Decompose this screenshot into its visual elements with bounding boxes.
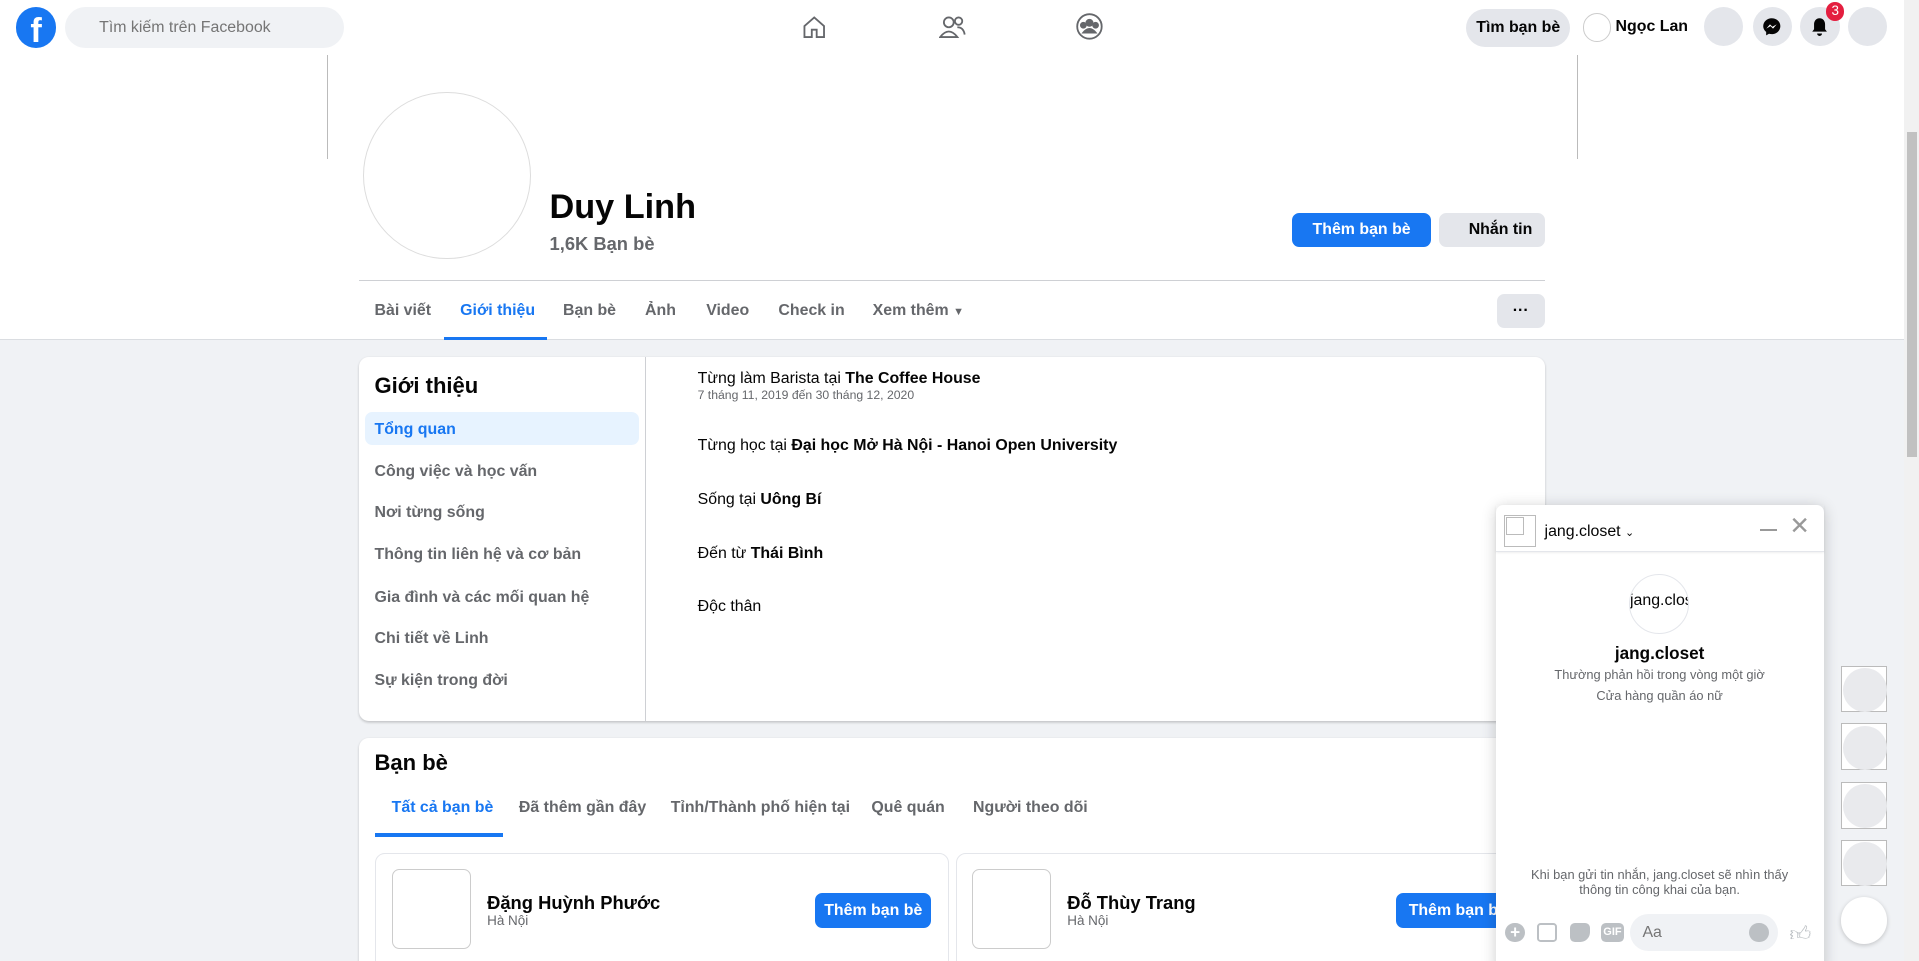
intro-work-dates: 7 tháng 11, 2019 đến 30 tháng 12, 2020 bbox=[697, 387, 915, 402]
search-input[interactable] bbox=[64, 7, 344, 48]
friend-name[interactable]: Đỗ Thùy Trang bbox=[1067, 892, 1195, 914]
intro-from: Đến từ Thái Bình bbox=[698, 545, 824, 563]
chat-header-avatar[interactable] bbox=[1504, 515, 1536, 548]
chat-response-time: Thường phản hồi trong vòng một giờ bbox=[1554, 667, 1765, 683]
chevron-down-icon: ⌄ bbox=[1625, 526, 1635, 539]
friends-tab-recent[interactable]: Đã thêm gần đây bbox=[519, 799, 646, 817]
caret-down-icon: ▼ bbox=[953, 306, 964, 319]
message-button[interactable]: Nhắn tin bbox=[1439, 212, 1545, 248]
friends-tab-hometown[interactable]: Quê quán bbox=[871, 799, 944, 817]
sticker-icon[interactable] bbox=[1570, 922, 1590, 943]
top-bar: f Tìm bạn bè Ngọc Lan 3 bbox=[0, 0, 1905, 56]
chat-name: jang.closet bbox=[1544, 522, 1621, 540]
intro-lives: Sống tại Uông Bí bbox=[698, 491, 822, 509]
friend-name[interactable]: Đặng Huỳnh Phước bbox=[487, 892, 660, 914]
intro-menu-events[interactable]: Sự kiện trong đời bbox=[375, 672, 508, 690]
home-icon[interactable] bbox=[802, 15, 826, 45]
facebook-logo-icon[interactable]: f bbox=[15, 7, 57, 48]
friend-photo[interactable] bbox=[391, 868, 472, 949]
messenger-icon bbox=[1763, 18, 1781, 36]
from-place[interactable]: Thái Bình bbox=[751, 545, 823, 562]
chat-bubble-contact[interactable] bbox=[1840, 782, 1888, 829]
chat-bubble-contact[interactable] bbox=[1840, 665, 1888, 713]
intro-divider bbox=[644, 357, 647, 721]
chat-header-name[interactable]: jang.closet ⌄ bbox=[1545, 523, 1635, 541]
chat-category: Cửa hàng quần áo nữ bbox=[1596, 687, 1723, 703]
friend-photo[interactable] bbox=[971, 868, 1052, 949]
intro-menu-places[interactable]: Nơi từng sống bbox=[375, 504, 485, 522]
tab-friends[interactable]: Bạn bè bbox=[563, 302, 616, 320]
intro-work: Từng làm Barista tại The Coffee House bbox=[698, 370, 981, 388]
friend-location: Hà Nội bbox=[1067, 913, 1109, 929]
tab-photos[interactable]: Ảnh bbox=[645, 302, 676, 320]
intro-title: Giới thiệu bbox=[374, 373, 479, 399]
emoji-icon[interactable] bbox=[1748, 922, 1769, 943]
profile-name: Duy Linh bbox=[549, 188, 697, 227]
work-prefix: Từng làm Barista tại bbox=[697, 369, 846, 387]
scrollbar[interactable] bbox=[1904, 0, 1919, 961]
intro-study: Từng học tại Đại học Mở Hà Nội - Hanoi O… bbox=[698, 437, 1118, 455]
study-place[interactable]: Đại học Mở Hà Nội - Hanoi Open Universit… bbox=[791, 437, 1117, 454]
user-name-link[interactable]: Ngọc Lan bbox=[1616, 18, 1688, 36]
tab-about-underline bbox=[444, 336, 548, 341]
intro-menu-family[interactable]: Gia đình và các mối quan hệ bbox=[375, 589, 590, 607]
minimize-icon[interactable] bbox=[1759, 528, 1778, 531]
intro-menu-overview[interactable]: Tổng quan bbox=[375, 421, 456, 439]
friend-add-button[interactable]: Thêm bạn bè bbox=[815, 893, 932, 928]
groups-icon[interactable] bbox=[1076, 13, 1103, 46]
work-place[interactable]: The Coffee House bbox=[845, 370, 980, 387]
user-avatar[interactable] bbox=[1582, 13, 1611, 42]
tab-posts[interactable]: Bài viết bbox=[375, 302, 432, 320]
tab-more-label: Xem thêm bbox=[872, 302, 949, 320]
study-prefix: Từng học tại bbox=[697, 436, 792, 454]
profile-avatar[interactable] bbox=[363, 91, 532, 260]
friends-tab-city[interactable]: Tỉnh/Thành phố hiện tại bbox=[671, 799, 850, 817]
menu-button[interactable] bbox=[1703, 7, 1743, 47]
chat-bubble-contact[interactable] bbox=[1840, 723, 1888, 770]
plus-icon[interactable]: + bbox=[1505, 922, 1525, 943]
intro-menu-details[interactable]: Chi tiết về Linh bbox=[375, 630, 489, 648]
tab-checkin[interactable]: Check in bbox=[778, 302, 844, 320]
chat-window: jang.closet ⌄ ✕ jang.clos jang.closet Th… bbox=[1495, 505, 1824, 961]
friends-tab-all[interactable]: Tất cả bạn bè bbox=[392, 799, 494, 817]
chat-privacy-notice: Khi bạn gửi tin nhắn, jang.closet sẽ nhì… bbox=[1531, 866, 1789, 898]
account-button[interactable] bbox=[1848, 7, 1888, 47]
scrollbar-thumb[interactable] bbox=[1906, 132, 1917, 457]
tab-more[interactable]: Xem thêm ▼ bbox=[873, 302, 964, 320]
close-icon[interactable]: ✕ bbox=[1789, 515, 1810, 539]
new-message-button[interactable] bbox=[1840, 897, 1888, 944]
friends-icon[interactable] bbox=[938, 15, 966, 45]
find-friends-button[interactable]: Tìm bạn bè bbox=[1466, 8, 1571, 47]
tab-about[interactable]: Giới thiệu bbox=[460, 302, 535, 320]
photo-icon[interactable] bbox=[1537, 922, 1557, 943]
bell-icon bbox=[1812, 18, 1828, 37]
live-place[interactable]: Uông Bí bbox=[760, 491, 821, 508]
chat-bubble-contact[interactable] bbox=[1840, 839, 1888, 887]
friends-tab-underline bbox=[374, 833, 503, 838]
notification-badge: 3 bbox=[1826, 2, 1845, 21]
add-friend-button[interactable]: Thêm bạn bè bbox=[1292, 212, 1431, 248]
chat-profile-name: jang.closet bbox=[1614, 642, 1705, 663]
divider bbox=[358, 280, 1545, 282]
from-prefix: Đến từ bbox=[697, 544, 751, 562]
live-prefix: Sống tại bbox=[697, 490, 761, 508]
chat-profile-avatar[interactable]: jang.clos bbox=[1628, 574, 1689, 634]
friends-count[interactable]: 1,6K Bạn bè bbox=[550, 233, 655, 255]
friends-tab-followers[interactable]: Người theo dõi bbox=[973, 799, 1088, 817]
intro-relationship: Độc thân bbox=[697, 598, 762, 616]
intro-menu-contact[interactable]: Thông tin liên hệ và cơ bản bbox=[375, 546, 582, 564]
gif-icon[interactable]: GIF bbox=[1600, 922, 1625, 943]
like-icon[interactable]: 👍︎ bbox=[1789, 922, 1811, 947]
tab-video[interactable]: Video bbox=[706, 302, 749, 320]
intro-menu-work-education[interactable]: Công việc và học vấn bbox=[375, 463, 538, 481]
friends-title[interactable]: Bạn bè bbox=[375, 750, 448, 776]
friend-location: Hà Nội bbox=[487, 913, 529, 929]
more-options-button[interactable]: ··· bbox=[1496, 293, 1545, 328]
messenger-button[interactable] bbox=[1752, 7, 1792, 47]
